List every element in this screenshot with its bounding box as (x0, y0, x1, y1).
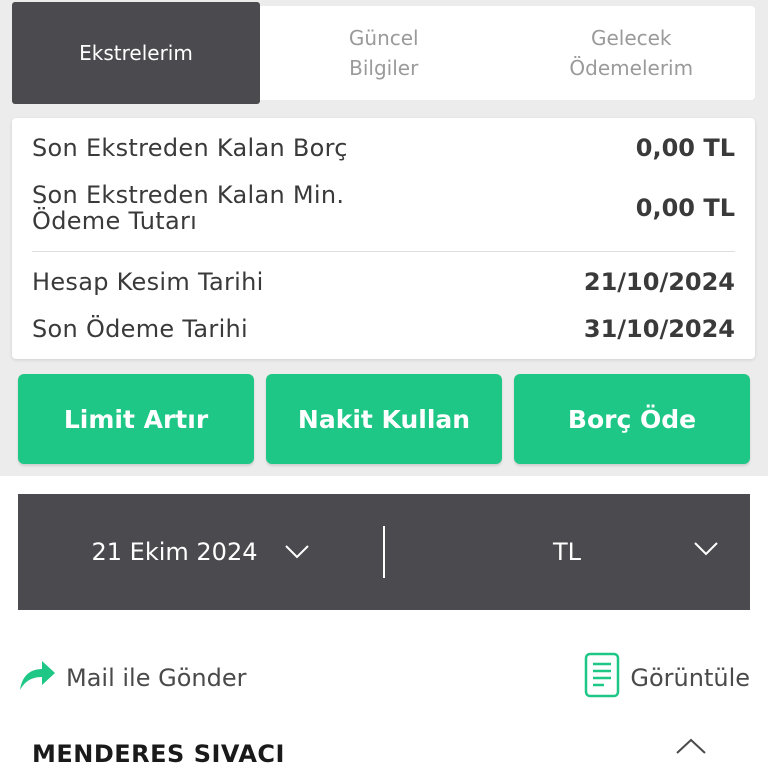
share-arrow-icon (18, 658, 56, 698)
remaining-debt-value: 0,00 TL (635, 134, 735, 162)
document-icon (584, 652, 620, 704)
chevron-down-icon (285, 545, 310, 559)
summary-divider (32, 251, 735, 252)
min-payment-label: Son Ekstreden Kalan Min. Ödeme Tutarı (32, 181, 345, 235)
remaining-debt-label: Son Ekstreden Kalan Borç (32, 134, 348, 162)
min-payment-value: 0,00 TL (635, 194, 735, 222)
chevron-down-icon (694, 542, 718, 556)
pay-debt-button[interactable]: Borç Öde (514, 374, 750, 464)
tab-current-info[interactable]: Güncel Bilgiler (260, 6, 508, 100)
due-date-label: Son Ödeme Tarihi (32, 315, 249, 343)
tab-upcoming-payments[interactable]: Gelecek Ödemelerim (508, 6, 756, 100)
statement-links: Mail ile Gönder Görüntüle (18, 652, 750, 698)
cutoff-date-row: Hesap Kesim Tarihi 21/10/2024 (32, 268, 735, 296)
view-statement-link[interactable]: Görüntüle (584, 652, 750, 704)
send-mail-label: Mail ile Gönder (66, 664, 247, 692)
use-cash-button[interactable]: Nakit Kullan (266, 374, 502, 464)
statement-detail-section: 21 Ekim 2024 TL Mail ile Gönder Görüntül… (0, 476, 768, 768)
card-owner-name: MENDERES SIVACI (32, 740, 285, 768)
currency-dropdown[interactable]: TL (385, 494, 750, 610)
view-label: Görüntüle (630, 664, 750, 692)
send-mail-link[interactable]: Mail ile Gönder (18, 658, 246, 698)
statement-date-dropdown[interactable]: 21 Ekim 2024 (18, 538, 383, 566)
min-payment-row: Son Ekstreden Kalan Min. Ödeme Tutarı 0,… (32, 182, 735, 234)
statement-summary-card: Son Ekstreden Kalan Borç 0,00 TL Son Eks… (12, 118, 755, 359)
statement-selector-bar: 21 Ekim 2024 TL (18, 494, 750, 610)
statement-date-value: 21 Ekim 2024 (91, 538, 258, 566)
tab-statements[interactable]: Ekstrelerim (12, 2, 260, 104)
action-buttons: Limit Artır Nakit Kullan Borç Öde (18, 374, 750, 464)
remaining-debt-row: Son Ekstreden Kalan Borç 0,00 TL (32, 134, 735, 162)
limit-increase-button[interactable]: Limit Artır (18, 374, 254, 464)
due-date-value: 31/10/2024 (583, 315, 735, 343)
statement-tabs: Ekstrelerim Güncel Bilgiler Gelecek Ödem… (12, 2, 756, 104)
currency-value: TL (553, 538, 582, 566)
chevron-up-icon[interactable] (676, 738, 706, 758)
cutoff-date-label: Hesap Kesim Tarihi (32, 268, 264, 296)
due-date-row: Son Ödeme Tarihi 31/10/2024 (32, 315, 735, 343)
cutoff-date-value: 21/10/2024 (583, 268, 735, 296)
